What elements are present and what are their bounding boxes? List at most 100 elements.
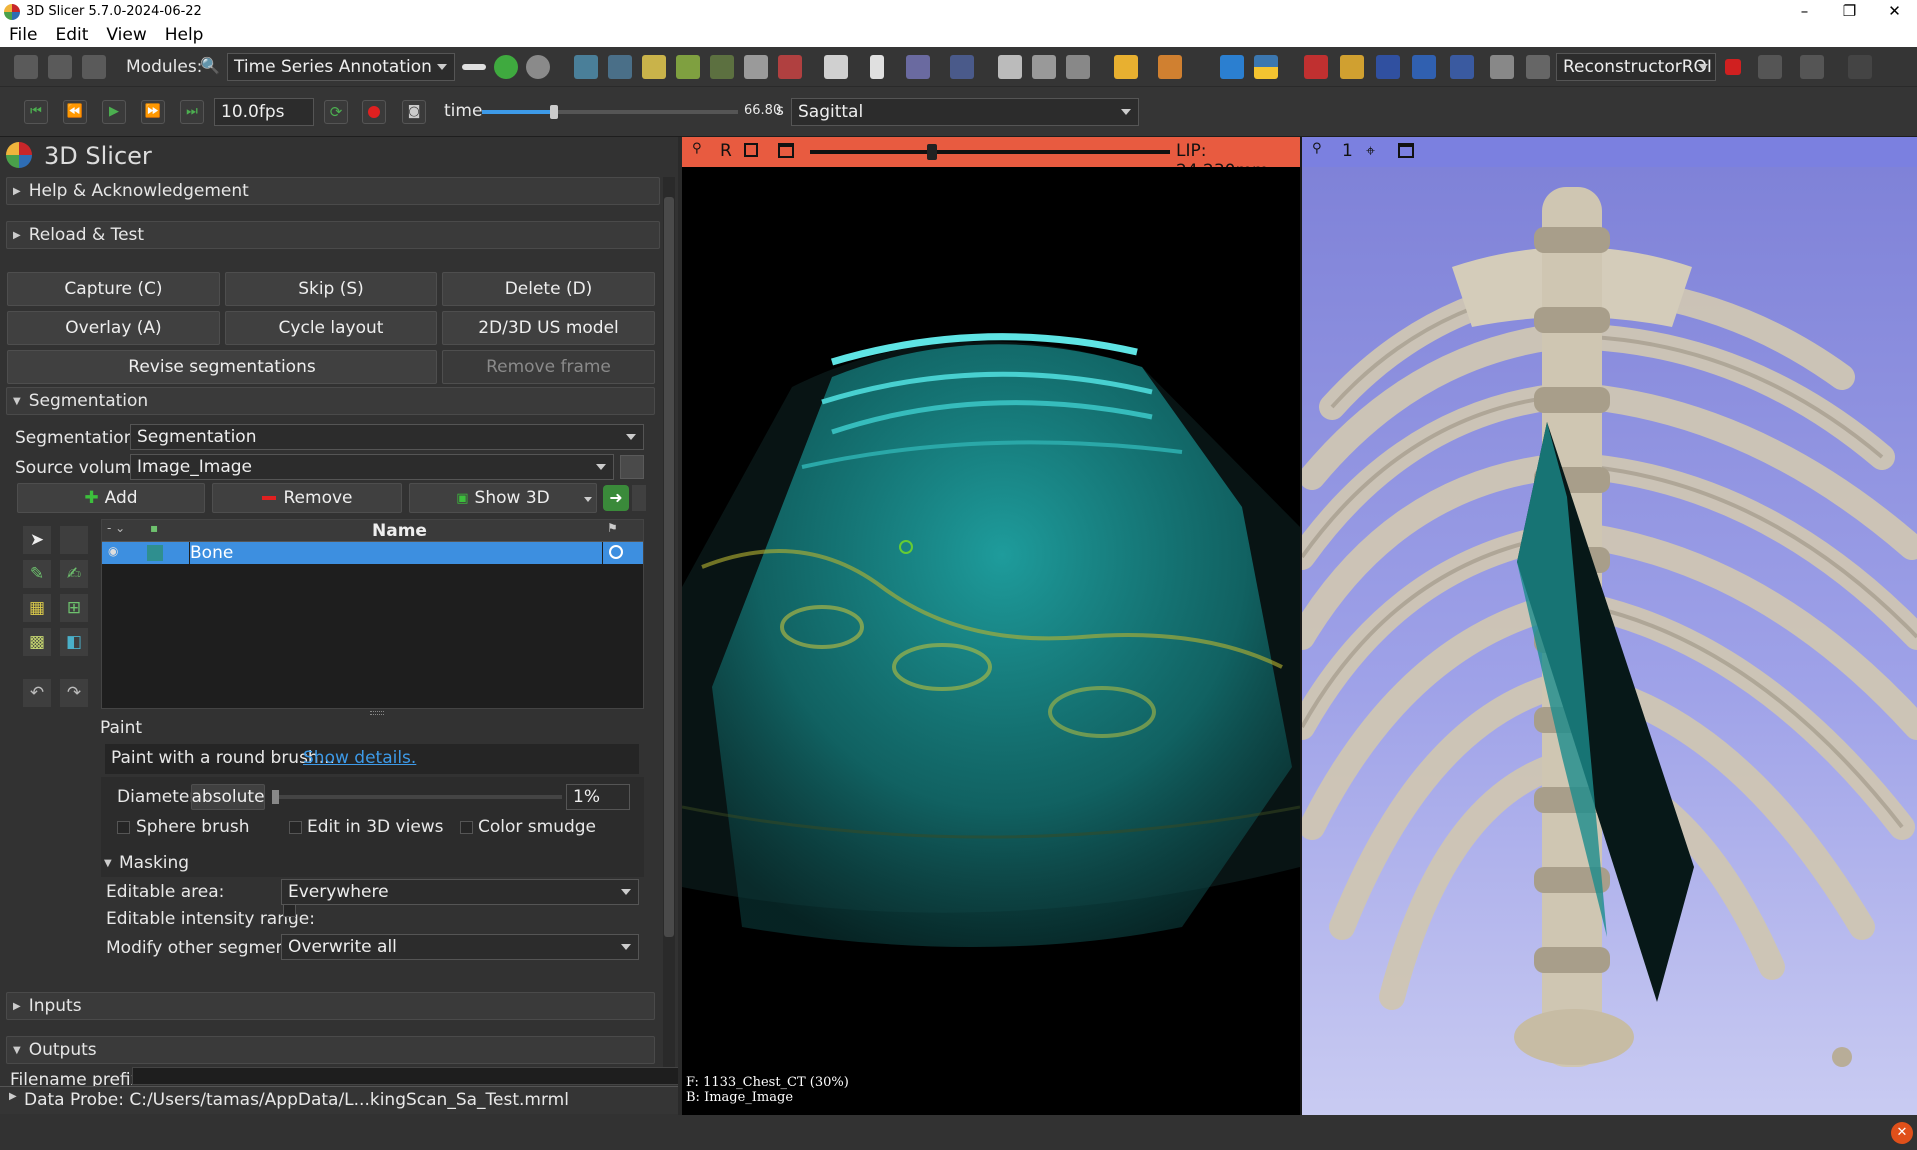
modify-segments-selector[interactable]: Overwrite all (281, 934, 639, 960)
pointer-icon[interactable]: ➤ (23, 526, 51, 554)
sphere-brush-checkbox[interactable] (117, 821, 130, 834)
record-stop-icon[interactable] (1725, 59, 1741, 75)
grow-seeds-icon[interactable]: ▩ (23, 628, 51, 656)
time-slider[interactable] (482, 105, 738, 119)
filename-prefix-input[interactable] (132, 1067, 686, 1085)
overlay-button[interactable]: Overlay (A) (7, 311, 220, 345)
panel-scrollbar-thumb[interactable] (664, 197, 674, 937)
volumes-icon[interactable] (744, 55, 768, 79)
plane-icon[interactable] (1450, 55, 1474, 79)
section-segmentation[interactable]: ▼ Segmentation (6, 387, 655, 415)
time-slider-handle[interactable] (549, 105, 558, 119)
eye-icon[interactable]: ◉ (108, 544, 118, 558)
name-column-header[interactable]: Name (372, 521, 427, 541)
extensions-icon[interactable] (1220, 55, 1244, 79)
fps-spinbox[interactable]: 10.0fps (214, 98, 314, 126)
sequences-icon[interactable] (1032, 55, 1056, 79)
revise-segmentations-button[interactable]: Revise segmentations (7, 350, 437, 384)
remove-segment-button[interactable]: Remove (212, 483, 402, 513)
menu-edit[interactable]: Edit (46, 25, 97, 45)
maximize-view-icon[interactable] (1398, 143, 1414, 158)
menu-view[interactable]: View (97, 25, 155, 45)
intensity-range-checkbox[interactable] (283, 904, 296, 917)
pointer-icon[interactable] (870, 55, 884, 79)
color-column-icon[interactable]: ▪ (150, 521, 158, 535)
back-arrow-icon[interactable] (494, 55, 518, 79)
link-icon[interactable] (744, 143, 758, 157)
red-slice-slider[interactable] (810, 144, 1170, 160)
diameter-slider-handle[interactable] (272, 790, 279, 804)
view-orientation-selector[interactable]: Sagittal (791, 98, 1139, 126)
markups-icon[interactable] (574, 55, 598, 79)
section-help[interactable]: ▶ Help & Acknowledgement (6, 177, 660, 205)
section-outputs[interactable]: ▼ Outputs (6, 1036, 655, 1064)
pin-icon[interactable]: ⚲ (692, 141, 702, 156)
delete-button[interactable]: Delete (D) (442, 272, 655, 306)
undo-icon[interactable]: ↶ (23, 679, 51, 707)
fiducial-icon[interactable] (1304, 55, 1328, 79)
ruler-icon[interactable] (1340, 55, 1364, 79)
loop-icon[interactable]: ⟳ (324, 100, 348, 124)
red-slice-slider-handle[interactable] (927, 144, 938, 160)
export-dropdown[interactable] (632, 485, 646, 511)
collapse-icon[interactable] (462, 64, 486, 70)
roi-selector[interactable]: ReconstructorROI (1556, 53, 1716, 81)
cycle-layout-button[interactable]: Cycle layout (225, 311, 437, 345)
play-icon[interactable]: ▶ (102, 100, 126, 124)
snapshot-icon[interactable]: ◙ (402, 100, 426, 124)
data-icon[interactable] (710, 55, 734, 79)
layout-icon[interactable] (824, 55, 848, 79)
dicom-icon[interactable] (48, 55, 72, 79)
crosshair-icon[interactable] (1114, 55, 1138, 79)
segment-name[interactable]: Bone (190, 543, 233, 563)
segment-editor-icon[interactable] (642, 55, 666, 79)
next-frame-icon[interactable]: ⏩ (141, 100, 165, 124)
show-details-link[interactable]: Show details. (303, 748, 416, 768)
masking-expand-icon[interactable]: ▼ (104, 858, 112, 869)
maximize-view-icon[interactable] (778, 143, 794, 158)
minimize-button[interactable]: – (1782, 0, 1827, 23)
us-model-button[interactable]: 2D/3D US model (442, 311, 655, 345)
table-row[interactable]: ◉ Bone (102, 542, 643, 564)
window-level-icon[interactable] (950, 55, 974, 79)
diameter-mode-button[interactable]: absolute (191, 784, 265, 810)
edit-3d-checkbox[interactable] (289, 821, 302, 834)
erase-icon[interactable]: ▦ (23, 594, 51, 622)
previous-frame-icon[interactable]: ⏪ (63, 100, 87, 124)
3d-view[interactable] (1302, 167, 1917, 1115)
roi-node-icon[interactable] (1526, 55, 1550, 79)
level-tracing-icon[interactable]: ⊞ (60, 594, 88, 622)
add-segment-button[interactable]: ✚ Add (17, 483, 205, 513)
transforms-icon[interactable] (676, 55, 700, 79)
pin-icon[interactable]: ⚲ (1312, 141, 1322, 156)
module-selector[interactable]: Time Series Annotation (227, 53, 455, 81)
module-search-icon[interactable]: 🔍 (200, 56, 220, 75)
status-column-icon[interactable]: ⚑ (607, 521, 618, 535)
masking-title[interactable]: Masking (119, 853, 189, 873)
roi-icon[interactable] (1490, 55, 1514, 79)
node-options-icon[interactable] (1758, 55, 1782, 79)
visibility-column-icon[interactable]: - ⌄ (107, 521, 125, 535)
section-inputs[interactable]: ▶ Inputs (6, 992, 655, 1020)
error-log-icon[interactable]: ✕ (1891, 1122, 1913, 1144)
islands-icon[interactable]: ◧ (60, 628, 88, 656)
crosshair-mode-icon[interactable] (906, 55, 930, 79)
menu-help[interactable]: Help (156, 25, 213, 45)
menu-file[interactable]: File (0, 25, 46, 45)
diameter-slider[interactable] (272, 790, 562, 804)
close-button[interactable]: ✕ (1872, 0, 1917, 23)
draw-icon[interactable]: ✍ (60, 560, 88, 588)
maximize-button[interactable]: ❐ (1827, 0, 1872, 23)
closed-curve-icon[interactable] (1412, 55, 1436, 79)
redo-icon[interactable]: ↷ (60, 679, 88, 707)
segment-color-swatch[interactable] (147, 545, 163, 561)
editable-area-selector[interactable]: Everywhere (281, 879, 639, 905)
diameter-spinbox[interactable]: 1% (566, 784, 630, 810)
panel-scrollbar[interactable] (663, 177, 675, 1077)
color-smudge-checkbox[interactable] (460, 821, 473, 834)
delete-node-icon[interactable] (1800, 55, 1824, 79)
record-icon[interactable] (362, 100, 386, 124)
show3d-button[interactable]: ▣ Show 3D (409, 483, 597, 513)
center-view-icon[interactable]: ⌖ (1366, 141, 1375, 161)
segmentation-selector[interactable]: Segmentation (130, 424, 644, 450)
